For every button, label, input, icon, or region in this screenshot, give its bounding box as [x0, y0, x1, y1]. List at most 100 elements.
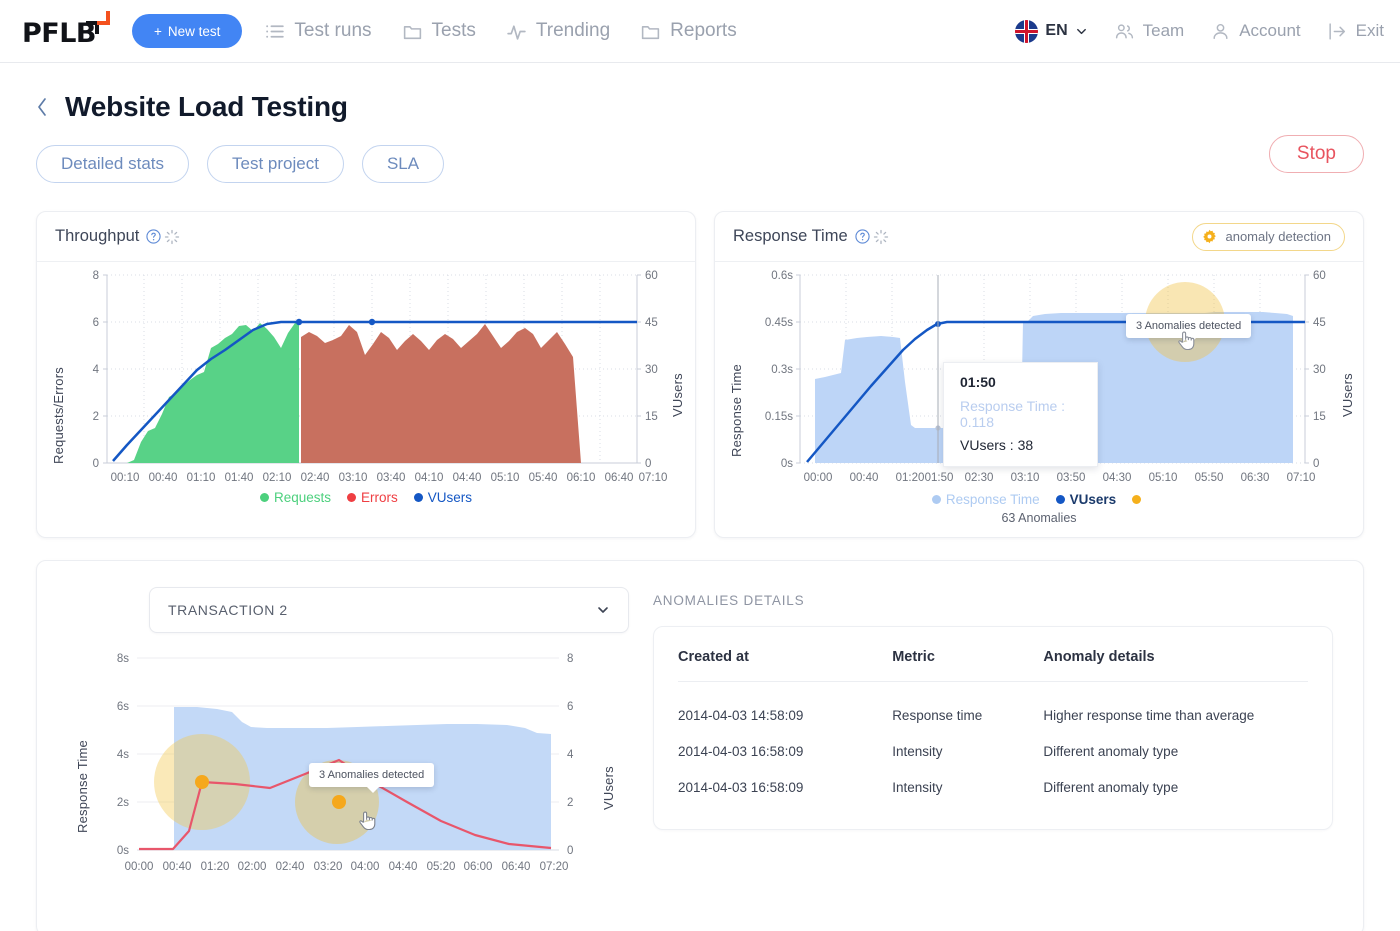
logo-text: PFLB [22, 18, 96, 49]
svg-text:02:00: 02:00 [238, 861, 267, 873]
tab-sla[interactable]: SLA [362, 145, 444, 183]
legend-item-anomalies[interactable] [1132, 495, 1146, 504]
nav-item-test-runs[interactable]: Test runs [264, 20, 371, 42]
legend-dot-vusers [1056, 495, 1065, 504]
svg-text:15: 15 [1313, 411, 1326, 423]
pflb-logo[interactable]: PFLB [22, 9, 114, 53]
response-time-card-header: Response Time anomaly detection [715, 212, 1363, 262]
nav-item-exit[interactable]: Exit [1327, 21, 1384, 42]
legend-item-vusers[interactable]: VUsers [1056, 492, 1117, 507]
anomalies-table-card: Created at Metric Anomaly details 2014-0… [653, 626, 1333, 830]
response-y2-axis-label: VUsers [1340, 347, 1355, 417]
transaction-chart: Response Time VUsers 8s6s4s 2s0s [67, 645, 627, 905]
tab-detailed-stats[interactable]: Detailed stats [36, 145, 189, 183]
nav-item-trending[interactable]: Trending [506, 20, 610, 42]
transaction-y2-axis-label: VUsers [601, 740, 616, 810]
svg-text:8: 8 [93, 270, 99, 282]
throughput-title: Throughput [55, 227, 139, 246]
question-mark-icon[interactable] [146, 229, 161, 244]
svg-text:06:40: 06:40 [502, 861, 531, 873]
nav-item-team[interactable]: Team [1114, 21, 1185, 42]
anomalies-details-label: ANOMALIES DETAILS [653, 593, 1333, 608]
legend-item-vusers[interactable]: VUsers [414, 490, 472, 505]
nav-label: Team [1143, 21, 1185, 41]
svg-text:02:30: 02:30 [965, 472, 994, 484]
uk-flag-icon [1015, 20, 1038, 43]
legend-dot-errors [347, 493, 356, 502]
svg-text:4: 4 [93, 364, 100, 376]
top-charts-row: Throughput Requests/Errors VUsers [36, 211, 1364, 538]
table-row[interactable]: 2014-04-03 16:58:09 Intensity Different … [678, 723, 1308, 759]
nav-label: Tests [432, 20, 476, 42]
folder-icon [640, 21, 661, 42]
page-tabs: Detailed stats Test project SLA Stop [36, 145, 1364, 183]
transaction-anomalies-card: TRANSACTION 2 Response Time VUsers [36, 560, 1364, 931]
logo-bracket-orange [97, 11, 110, 25]
throughput-card: Throughput Requests/Errors VUsers [36, 211, 696, 538]
nav-item-account[interactable]: Account [1210, 21, 1300, 42]
pulse-icon [506, 21, 527, 42]
svg-text:2s: 2s [117, 797, 129, 809]
folder-icon [402, 21, 423, 42]
svg-text:0: 0 [1313, 458, 1319, 470]
svg-text:06:10: 06:10 [567, 472, 596, 484]
legend-item-errors[interactable]: Errors [347, 490, 398, 505]
question-mark-icon[interactable] [855, 229, 870, 244]
tooltip-vusers: VUsers : 38 [960, 437, 1081, 453]
legend-item-response-time[interactable]: Response Time [932, 492, 1040, 507]
svg-text:01:50: 01:50 [925, 472, 954, 484]
legend-item-requests[interactable]: Requests [260, 490, 331, 505]
svg-text:6s: 6s [117, 701, 129, 713]
nav-item-tests[interactable]: Tests [402, 20, 476, 42]
throughput-legend: Requests Errors VUsers [37, 490, 695, 505]
svg-text:0.15s: 0.15s [765, 411, 793, 423]
back-chevron-icon[interactable] [36, 96, 49, 118]
anomalies-table-body: 2014-04-03 14:58:09 Response time Higher… [678, 682, 1308, 796]
tab-test-project[interactable]: Test project [207, 145, 344, 183]
transaction-anomaly-tooltip: 3 Anomalies detected [309, 763, 434, 787]
response-time-chart: Response Time VUsers [715, 262, 1363, 525]
svg-text:00:40: 00:40 [163, 861, 192, 873]
nav-item-reports[interactable]: Reports [640, 20, 737, 42]
account-icon [1210, 21, 1231, 42]
svg-text:05:20: 05:20 [427, 861, 456, 873]
svg-text:0: 0 [567, 845, 573, 857]
new-test-button[interactable]: + New test [132, 14, 242, 48]
cell-created-at: 2014-04-03 16:58:09 [678, 723, 892, 759]
table-row[interactable]: 2014-04-03 14:58:09 Response time Higher… [678, 682, 1308, 724]
legend-dot-requests [260, 493, 269, 502]
top-navigation-bar: PFLB + New test Test runs Tests [0, 0, 1400, 63]
table-row[interactable]: 2014-04-03 16:58:09 Intensity Different … [678, 759, 1308, 795]
svg-text:2: 2 [567, 797, 573, 809]
response-time-legend: Response Time VUsers [715, 492, 1363, 507]
svg-text:8: 8 [567, 653, 573, 665]
chevron-down-icon [596, 603, 610, 617]
anomalies-details-section: ANOMALIES DETAILS Created at Metric Anom… [653, 587, 1333, 905]
svg-text:05:50: 05:50 [1195, 472, 1224, 484]
cell-anomaly-details: Higher response time than average [1043, 682, 1308, 724]
cell-created-at: 2014-04-03 14:58:09 [678, 682, 892, 724]
nav-label: Trending [536, 20, 610, 42]
throughput-card-body: Requests/Errors VUsers [37, 262, 695, 517]
svg-text:04:00: 04:00 [351, 861, 380, 873]
cell-created-at: 2014-04-03 16:58:09 [678, 759, 892, 795]
svg-text:00:40: 00:40 [850, 472, 879, 484]
throughput-y-axis-label: Requests/Errors [51, 304, 66, 464]
svg-text:03:10: 03:10 [339, 472, 368, 484]
response-time-title: Response Time [733, 227, 848, 246]
nav-label: Account [1239, 21, 1300, 41]
page-content: Website Load Testing Detailed stats Test… [0, 63, 1400, 931]
transaction-chart-section: TRANSACTION 2 Response Time VUsers [67, 587, 627, 905]
primary-nav: Test runs Tests Trending Reports [264, 20, 736, 42]
nav-label: Test runs [294, 20, 371, 42]
transaction-y-axis-label: Response Time [75, 693, 90, 833]
language-selector[interactable]: EN [1015, 20, 1087, 43]
stop-button[interactable]: Stop [1269, 135, 1364, 173]
anomaly-detection-badge[interactable]: anomaly detection [1192, 223, 1345, 251]
svg-text:0.3s: 0.3s [771, 364, 793, 376]
transaction-select[interactable]: TRANSACTION 2 [149, 587, 629, 633]
column-header-created-at: Created at [678, 649, 892, 682]
svg-text:45: 45 [645, 317, 658, 329]
svg-text:03:50: 03:50 [1057, 472, 1086, 484]
svg-text:03:20: 03:20 [314, 861, 343, 873]
